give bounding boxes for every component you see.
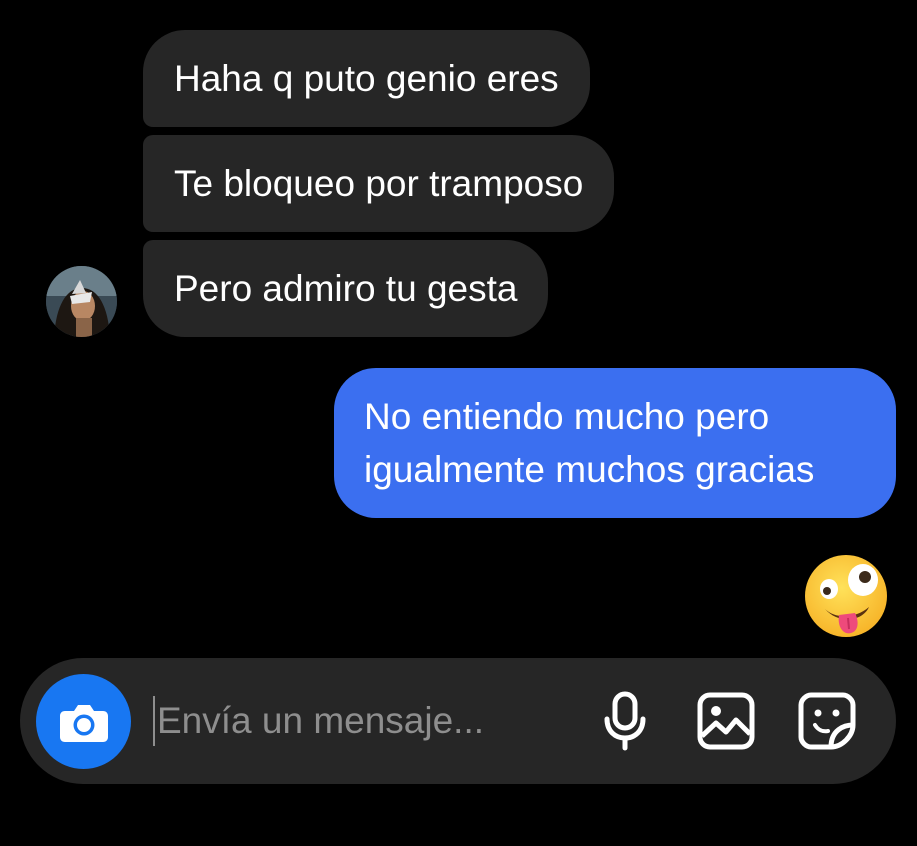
gallery-icon [697, 692, 755, 750]
message-text: Te bloqueo por tramposo [174, 162, 584, 204]
message-text: Haha q puto genio eres [174, 57, 559, 99]
sticker-button[interactable] [797, 691, 857, 751]
message-text: No entiendo mucho pero igualmente muchos… [364, 396, 815, 490]
received-message-bubble[interactable]: Haha q puto genio eres [143, 30, 590, 127]
gallery-button[interactable] [696, 691, 756, 751]
received-message-bubble[interactable]: Te bloqueo por tramposo [143, 135, 615, 232]
message-input-placeholder: Envía un mensaje... [157, 700, 485, 741]
sticker-icon [798, 692, 856, 750]
message-input[interactable]: Envía un mensaje... [153, 688, 573, 754]
microphone-button[interactable] [595, 691, 655, 751]
text-cursor [153, 696, 155, 746]
sender-avatar[interactable] [46, 266, 117, 337]
message-text: Pero admiro tu gesta [174, 267, 518, 309]
camera-icon [59, 704, 108, 742]
message-composer: Envía un mensaje... [20, 658, 896, 784]
received-message-bubble[interactable]: Pero admiro tu gesta [143, 240, 549, 337]
avatar-image [46, 266, 117, 337]
zany-face-emoji[interactable] [803, 553, 889, 639]
camera-button[interactable] [36, 674, 131, 769]
sent-message-bubble[interactable]: No entiendo mucho pero igualmente muchos… [334, 368, 896, 518]
zany-face-icon [805, 555, 887, 637]
microphone-icon [604, 691, 646, 751]
chat-screen: Haha q puto genio eres Te bloqueo por tr… [0, 0, 917, 846]
